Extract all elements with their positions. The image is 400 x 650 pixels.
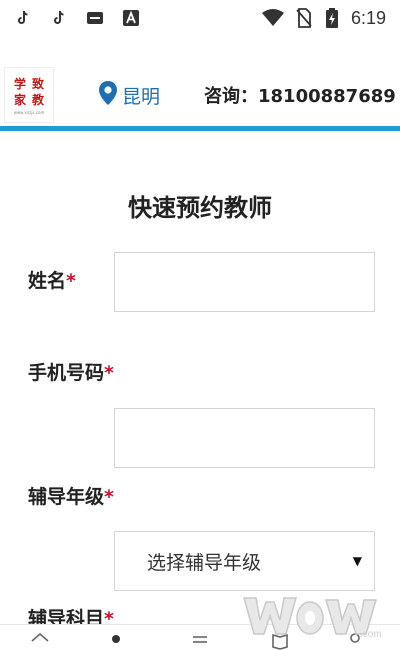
location-pin-icon: [98, 80, 118, 111]
tiktok-icon: [50, 9, 68, 27]
required-mark: *: [104, 362, 114, 384]
user-icon[interactable]: [106, 631, 126, 650]
site-header: 学 致 家 教 www.xnzjs.com 昆明 咨询：18100887689: [0, 62, 400, 126]
phone-label: 手机号码*: [28, 362, 114, 384]
logo-char: 致: [32, 76, 45, 91]
consult-phone[interactable]: 咨询：18100887689: [204, 82, 396, 108]
required-mark: *: [66, 270, 76, 292]
tiktok-icon: [14, 9, 32, 27]
site-logo[interactable]: 学 致 家 教 www.xnzjs.com: [4, 67, 54, 123]
list-icon[interactable]: [190, 631, 210, 650]
name-input[interactable]: [114, 252, 375, 312]
location-selector[interactable]: 昆明: [98, 80, 160, 111]
logo-char: 学: [13, 76, 26, 91]
message-icon: [86, 9, 104, 27]
wifi-icon: [261, 9, 285, 27]
header-divider: [0, 126, 400, 131]
font-icon: [122, 9, 140, 27]
phone-input[interactable]: [114, 408, 375, 468]
wowoz-watermark: .com: [242, 590, 392, 640]
no-sim-icon: [295, 8, 313, 28]
grade-label: 辅导年级*: [28, 486, 114, 508]
logo-char: 家: [13, 92, 26, 107]
grade-select[interactable]: 选择辅导年级 ▼: [114, 531, 375, 591]
logo-url: www.xnzjs.com: [13, 109, 45, 115]
battery-charging-icon: [323, 8, 341, 28]
required-mark: *: [104, 486, 114, 508]
logo-char: 教: [32, 92, 45, 107]
form-title: 快速预约教师: [128, 194, 272, 222]
grade-select-value: 选择辅导年级: [147, 551, 262, 574]
location-label: 昆明: [122, 86, 161, 108]
dropdown-arrow-icon: ▼: [352, 554, 362, 568]
home-icon[interactable]: [30, 631, 50, 650]
svg-text:.com: .com: [360, 629, 382, 640]
wowoz-watermark-logo: .com: [243, 597, 382, 640]
name-label: 姓名*: [28, 270, 76, 292]
clock-time: 6:19: [350, 7, 386, 28]
status-bar: 6:19: [0, 0, 400, 36]
